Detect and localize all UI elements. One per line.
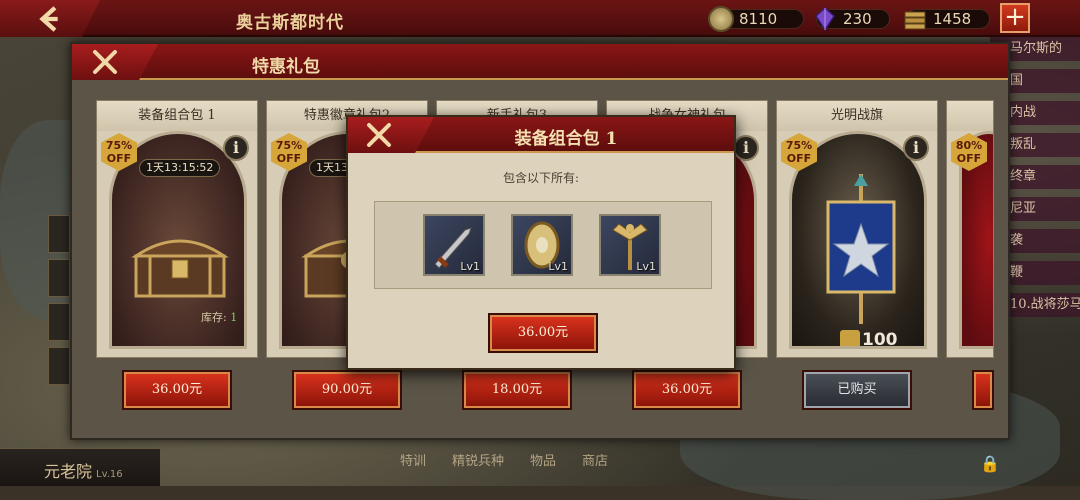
currency-icon (840, 330, 860, 346)
left-icon-strip (48, 215, 70, 391)
buy-button[interactable] (974, 372, 992, 408)
buy-button[interactable]: 36.00元 (124, 372, 230, 408)
offer-card[interactable]: 光明战旗 100 75% OFF i (776, 100, 938, 358)
senate-label: 元老院 (44, 462, 93, 481)
bundle-detail-modal: 装备组合包 1 包含以下所有: Lv1 Lv1 Lv1 36.00元 (346, 115, 736, 370)
back-button[interactable] (0, 0, 100, 37)
bundle-item[interactable]: Lv1 (599, 214, 661, 276)
bundle-item[interactable]: Lv1 (511, 214, 573, 276)
senate-button[interactable]: 元老院 Lv.16 (0, 448, 160, 486)
top-bar: 奥古斯都时代 8110 230 1458 + (0, 0, 1080, 37)
panel-title: 特惠礼包 (252, 57, 320, 77)
page-title: 奥古斯都时代 (236, 13, 344, 33)
tab-items[interactable]: 物品 (530, 450, 556, 469)
lock-icon: 🔒 (980, 454, 1000, 473)
senate-level: Lv.16 (96, 469, 123, 480)
reward-quantity: 100 (862, 330, 898, 349)
offer-card[interactable]: 80% OFF (946, 100, 994, 358)
info-button[interactable]: i (733, 135, 759, 161)
wood-icon (902, 6, 928, 32)
modal-buy-button[interactable]: 36.00元 (490, 315, 596, 351)
offer-card[interactable]: 装备组合包 1 75% OFF i 1天13:15:52 库存: 1 (96, 100, 258, 358)
left-strip-button[interactable] (48, 303, 70, 341)
gem-counter: 230 (815, 7, 890, 31)
back-arrow-icon (39, 5, 58, 32)
panel-header: 特惠礼包 (72, 44, 1008, 80)
stock-label: 库存: (201, 311, 227, 324)
panel-close-button[interactable] (72, 44, 158, 80)
left-strip-button[interactable] (48, 259, 70, 297)
purchased-button: 已购买 (804, 372, 910, 408)
tab-training[interactable]: 特训 (400, 450, 426, 469)
stock-value: 1 (230, 311, 238, 324)
coin-counter: 8110 (708, 6, 804, 32)
card-title: 装备组合包 1 (97, 101, 257, 131)
bottom-tabs: 特训 精锐兵种 物品 商店 (400, 450, 608, 469)
info-button[interactable]: i (223, 135, 249, 161)
tab-elite-units[interactable]: 精锐兵种 (452, 450, 504, 469)
coin-icon (708, 6, 734, 32)
bundle-items: Lv1 Lv1 Lv1 (374, 201, 712, 289)
countdown-timer: 1天13:15:52 (139, 159, 221, 177)
item-level: Lv1 (636, 260, 656, 273)
modal-subtitle: 包含以下所有: (502, 171, 580, 185)
left-strip-button[interactable] (48, 347, 70, 385)
card-title: 光明战旗 (777, 101, 937, 131)
stock-info: 库存: 1 (201, 309, 237, 325)
modal-title: 装备组合包 1 (514, 129, 618, 149)
left-strip-button[interactable] (48, 215, 70, 253)
buy-button[interactable]: 18.00元 (464, 372, 570, 408)
buy-button[interactable]: 36.00元 (634, 372, 740, 408)
item-level: Lv1 (460, 260, 480, 273)
close-icon (93, 50, 117, 74)
bundle-item[interactable]: Lv1 (423, 214, 485, 276)
gem-icon (812, 6, 838, 32)
modal-header: 装备组合包 1 (348, 117, 734, 153)
wood-counter: 1458 (904, 8, 990, 30)
card-title (947, 101, 993, 131)
buy-button[interactable]: 90.00元 (294, 372, 400, 408)
tab-shop[interactable]: 商店 (582, 450, 608, 469)
info-button[interactable]: i (903, 135, 929, 161)
item-level: Lv1 (548, 260, 568, 273)
treasure-chest-icon (131, 239, 229, 298)
war-banner-icon (826, 174, 896, 324)
add-currency-button[interactable]: + (1000, 3, 1030, 33)
